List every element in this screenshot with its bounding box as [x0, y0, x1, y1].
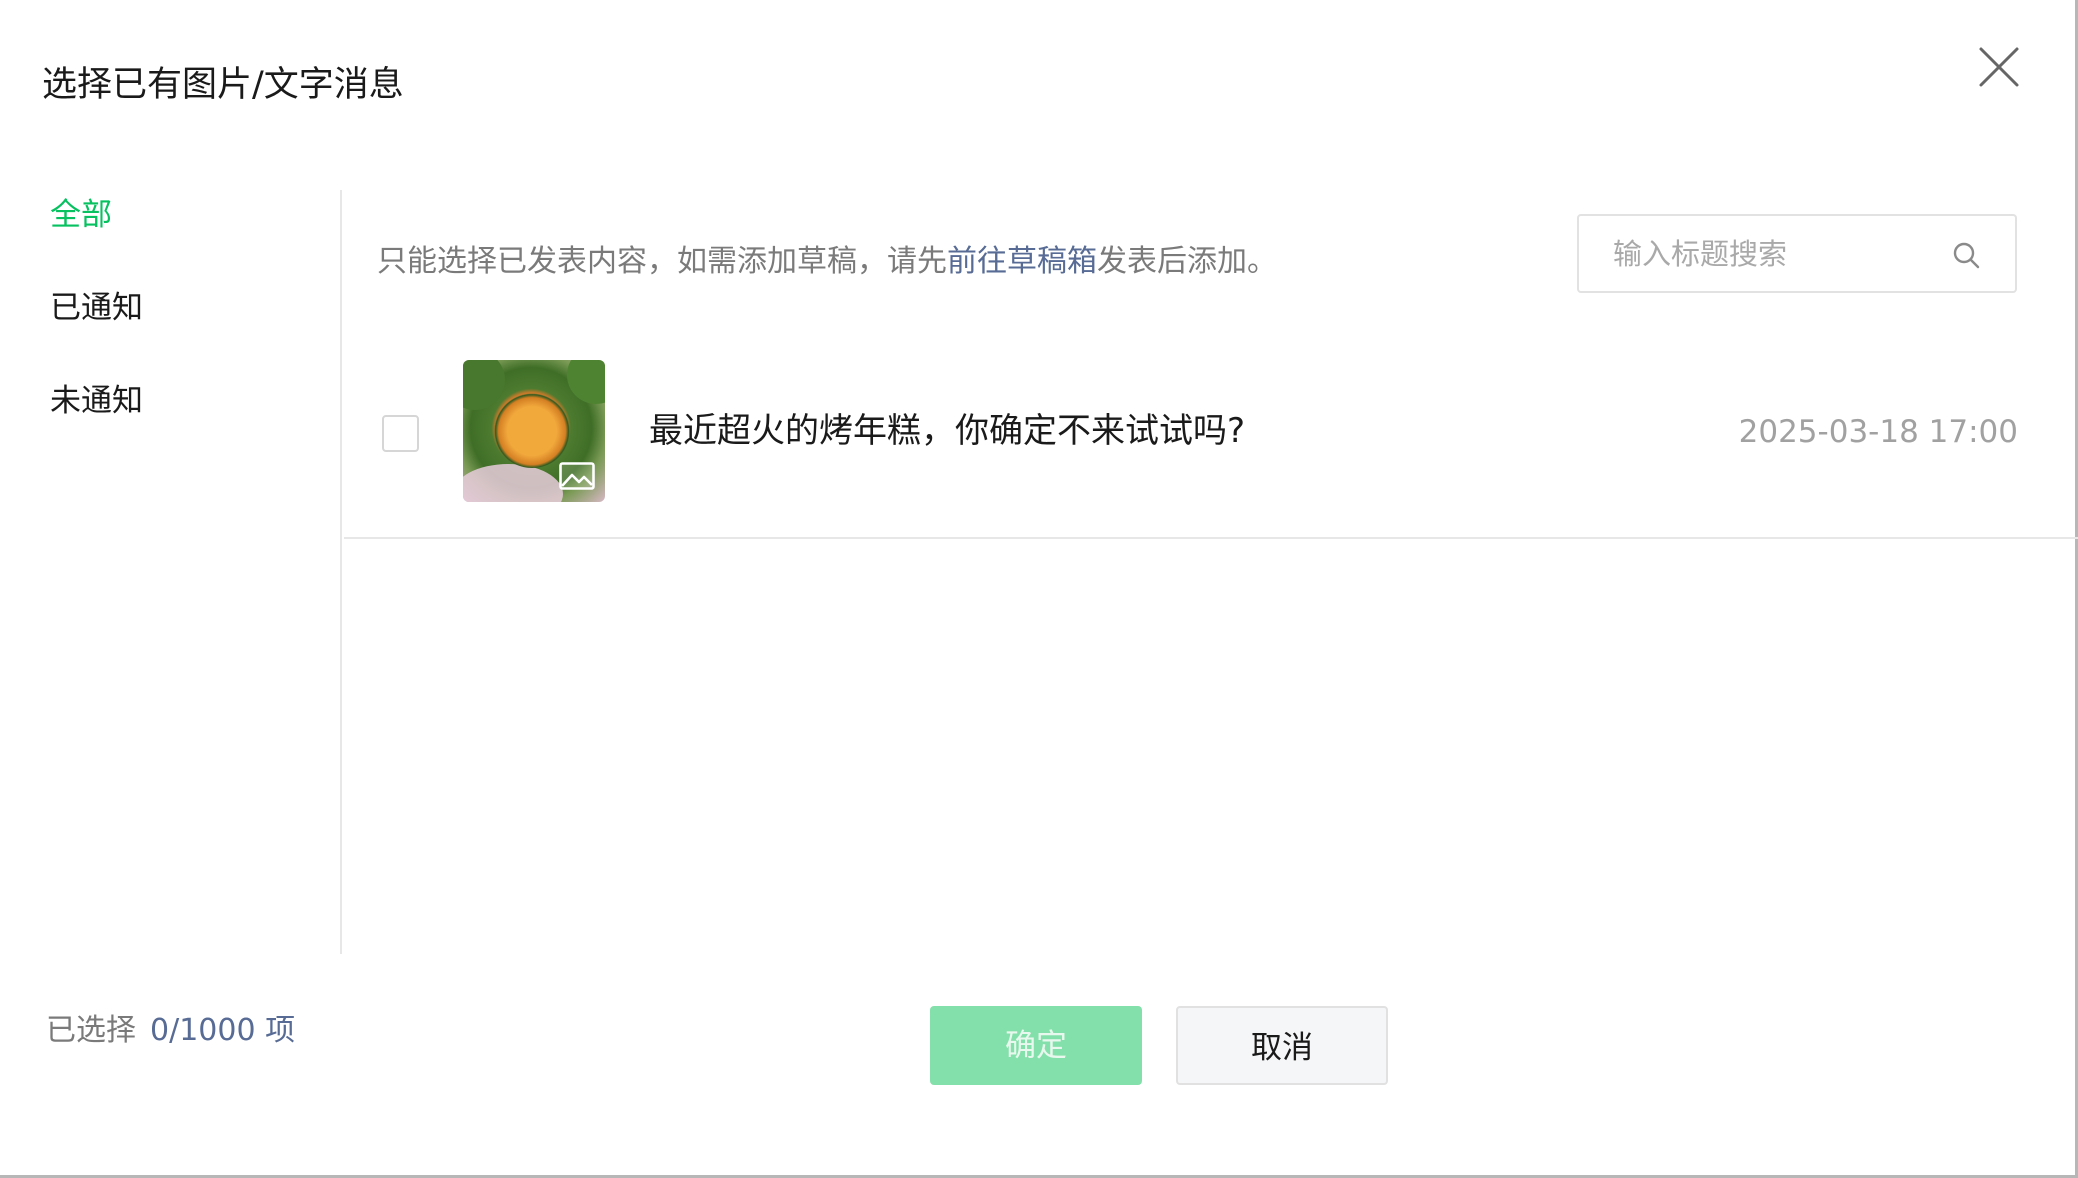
close-button[interactable] — [1975, 43, 2023, 91]
sidebar-item-all[interactable]: 全部 — [50, 194, 112, 236]
dialog-title: 选择已有图片/文字消息 — [42, 65, 404, 105]
cancel-button[interactable]: 取消 — [1176, 1006, 1388, 1085]
image-icon — [559, 462, 595, 490]
search-icon[interactable] — [1951, 240, 1981, 270]
drafts-link[interactable]: 前往草稿箱 — [947, 244, 1097, 279]
close-icon[interactable] — [1975, 43, 2023, 91]
selected-count: 0/1000 项 — [150, 1013, 296, 1048]
list-item[interactable]: 最近超火的烤年糕，你确定不来试试吗? 2025-03-18 17:00 — [344, 340, 2078, 539]
confirm-button[interactable]: 确定 — [930, 1006, 1142, 1085]
notice-text-after: 发表后添加。 — [1097, 244, 1277, 279]
sidebar-item-not-notified[interactable]: 未通知 — [50, 380, 143, 422]
item-checkbox[interactable] — [382, 415, 419, 452]
item-title: 最近超火的烤年糕，你确定不来试试吗? — [649, 411, 1246, 451]
notice-text-before: 只能选择已发表内容，如需添加草稿，请先 — [377, 244, 947, 279]
item-thumbnail — [463, 360, 605, 502]
search-box — [1577, 214, 2017, 293]
select-message-dialog: 选择已有图片/文字消息 全部 已通知 未通知 只能选择已发表内容，如需添加草稿，… — [0, 0, 2078, 1178]
sidebar-item-notified[interactable]: 已通知 — [50, 287, 143, 329]
selection-counter: 已选择 0/1000 项 — [46, 1010, 295, 1052]
selected-label: 已选择 — [46, 1013, 136, 1048]
publish-notice: 只能选择已发表内容，如需添加草稿，请先前往草稿箱发表后添加。 — [377, 241, 1277, 283]
search-input[interactable] — [1579, 216, 2015, 291]
filter-sidebar: 全部 已通知 未通知 — [0, 190, 342, 954]
item-time: 2025-03-18 17:00 — [1738, 414, 2018, 450]
